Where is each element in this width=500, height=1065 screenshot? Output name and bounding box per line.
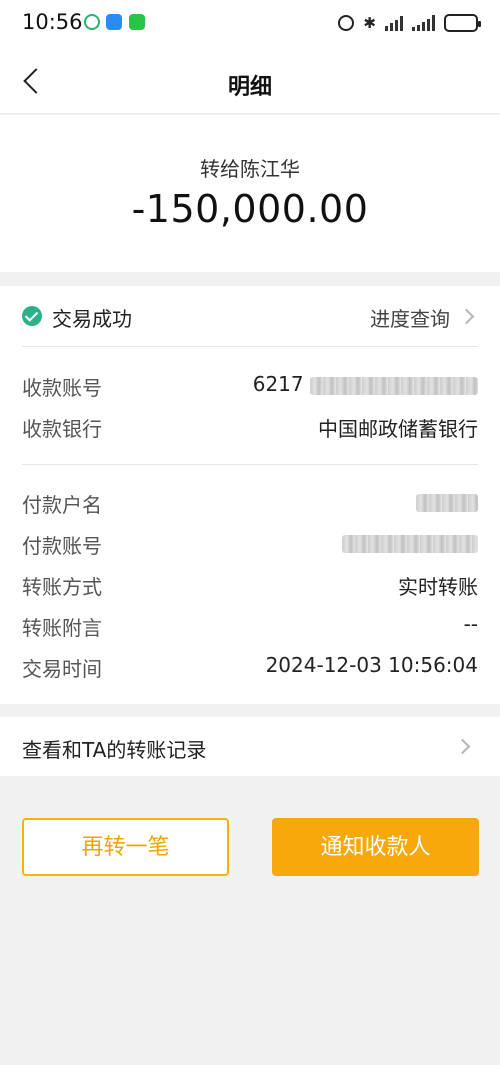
redacted-account bbox=[342, 534, 478, 553]
payee-bank-row: 收款银行 中国邮政储蓄银行 bbox=[22, 413, 478, 443]
payer-account-label: 付款账号 bbox=[22, 534, 102, 558]
payee-account-label: 收款账号 bbox=[22, 376, 102, 400]
payer-name-row: 付款户名 bbox=[22, 489, 478, 519]
transfer-note-label: 转账附言 bbox=[22, 616, 102, 640]
transfer-history-label: 查看和TA的转账记录 bbox=[22, 738, 207, 762]
payee-bank-value: 中国邮政储蓄银行 bbox=[318, 417, 478, 441]
transfer-history-link[interactable]: 查看和TA的转账记录 bbox=[0, 717, 500, 776]
transfer-method-label: 转账方式 bbox=[22, 575, 102, 599]
transaction-time-row: 交易时间 2024-12-03 10:56:04 bbox=[22, 653, 478, 683]
status-text: 交易成功 bbox=[52, 307, 132, 331]
transaction-time-value: 2024-12-03 10:56:04 bbox=[265, 653, 478, 677]
app-notification-icon bbox=[84, 14, 100, 30]
transaction-time-label: 交易时间 bbox=[22, 657, 102, 681]
transfer-again-button[interactable]: 再转一笔 bbox=[22, 818, 229, 876]
status-bar: 10:56 ✱ bbox=[0, 0, 500, 48]
nav-bar: 明细 bbox=[0, 48, 500, 114]
payer-account-value bbox=[342, 530, 478, 554]
success-check-icon bbox=[22, 306, 42, 326]
status-row: 交易成功 进度查询 bbox=[22, 286, 478, 347]
page-title: 明细 bbox=[227, 75, 272, 100]
transfer-note-row: 转账附言 -- bbox=[22, 612, 478, 642]
payee-account-row: 收款账号 6217 bbox=[22, 372, 478, 402]
recipient-line: 转给陈江华 bbox=[200, 157, 300, 181]
transfer-summary: 转给陈江华 -150,000.00 bbox=[0, 115, 500, 272]
chevron-right-icon bbox=[454, 738, 471, 755]
signal-icon bbox=[385, 15, 403, 31]
status-time: 10:56 bbox=[22, 10, 83, 34]
bluetooth-icon: ✱ bbox=[363, 14, 376, 32]
progress-query-link[interactable]: 进度查询 bbox=[370, 303, 478, 332]
battery-icon bbox=[444, 14, 481, 32]
chevron-right-icon bbox=[458, 308, 475, 325]
wechat-icon bbox=[129, 14, 145, 30]
payee-account-prefix: 6217 bbox=[252, 372, 304, 396]
progress-query-label: 进度查询 bbox=[370, 307, 450, 331]
redacted-account bbox=[310, 376, 478, 395]
payee-account-value: 6217 bbox=[253, 372, 478, 396]
transfer-amount: -150,000.00 bbox=[131, 187, 369, 231]
message-icon bbox=[106, 14, 122, 30]
transfer-note-value: -- bbox=[463, 612, 478, 636]
transfer-method-row: 转账方式 实时转账 bbox=[22, 571, 478, 601]
alarm-icon bbox=[338, 15, 355, 31]
details-card: 交易成功 进度查询 收款账号 6217 收款银行 中国邮政储蓄银行 付款户名 付… bbox=[0, 286, 500, 704]
redacted-name bbox=[416, 493, 478, 512]
system-icons: ✱ bbox=[338, 12, 481, 34]
section-divider bbox=[22, 464, 478, 465]
payer-name-value bbox=[416, 489, 478, 513]
payer-name-label: 付款户名 bbox=[22, 493, 102, 517]
payer-account-row: 付款账号 bbox=[22, 530, 478, 560]
signal-icon bbox=[412, 15, 435, 31]
notify-payee-button[interactable]: 通知收款人 bbox=[272, 818, 479, 876]
payee-bank-label: 收款银行 bbox=[22, 417, 102, 441]
transfer-method-value: 实时转账 bbox=[398, 575, 478, 599]
